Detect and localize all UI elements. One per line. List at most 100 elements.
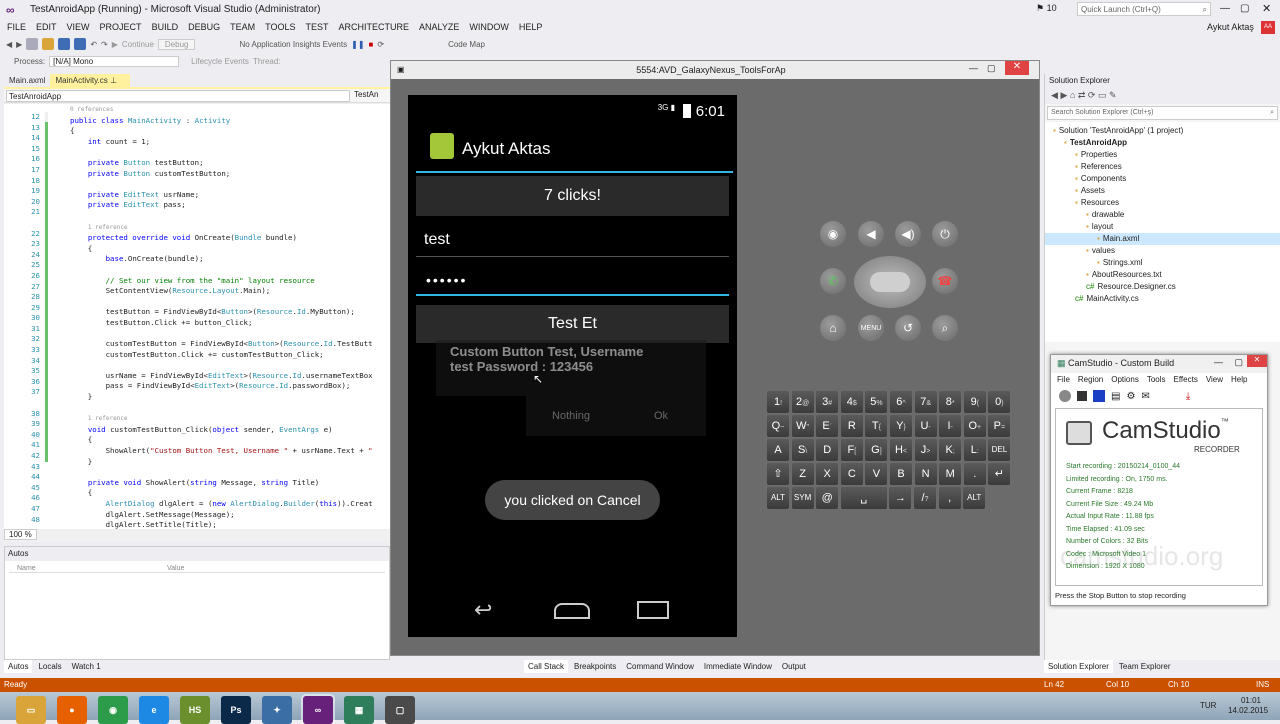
home-button[interactable]: ⌂ bbox=[820, 315, 846, 341]
dialog-button-ok[interactable]: Ok bbox=[616, 410, 706, 422]
phone-screen[interactable]: 6:01 3G ▮ Aykut Aktas 7 clicks! test •••… bbox=[408, 95, 737, 637]
key-a[interactable]: A bbox=[767, 439, 789, 461]
options-icon[interactable]: ⚙ bbox=[1126, 391, 1135, 402]
emulator-minimize-button[interactable]: — bbox=[969, 63, 978, 73]
forward-icon[interactable]: ▶ bbox=[16, 40, 22, 49]
key-special[interactable]: @ bbox=[816, 487, 839, 509]
se-sync-icon[interactable]: ⇄ bbox=[1078, 90, 1086, 100]
language-indicator[interactable]: TUR bbox=[1200, 701, 1216, 710]
menu-item-team[interactable]: TEAM bbox=[225, 20, 260, 34]
key-special[interactable]: ↵ bbox=[988, 463, 1011, 485]
power-button[interactable]: ⏻ bbox=[932, 221, 958, 247]
code-lens-0[interactable]: 0 references bbox=[70, 106, 113, 113]
record-icon[interactable] bbox=[1059, 390, 1071, 402]
menu-item-view[interactable]: VIEW bbox=[62, 20, 95, 34]
save-icon[interactable] bbox=[58, 38, 71, 50]
quick-launch-input[interactable]: Quick Launch (Ctrl+Q) ⌕ bbox=[1077, 2, 1211, 16]
key-f[interactable]: F[ bbox=[840, 439, 863, 461]
key-q[interactable]: Q~ bbox=[767, 415, 789, 437]
key-special[interactable]: ␣ bbox=[840, 487, 887, 509]
notifications-flag-icon[interactable]: ⚑ 10 bbox=[1036, 3, 1057, 14]
undo-icon[interactable]: ↶ bbox=[90, 40, 97, 49]
member-nav-combo[interactable]: TestAn bbox=[354, 90, 378, 99]
tree-item[interactable]: ▪ Assets bbox=[1045, 185, 1280, 197]
autos-col-value[interactable]: Value bbox=[167, 565, 184, 572]
menu-item-help[interactable]: HELP bbox=[514, 20, 548, 34]
key-i[interactable]: I- bbox=[939, 415, 962, 437]
lifecycle-events-label[interactable]: Lifecycle Events bbox=[191, 57, 249, 66]
key-4[interactable]: 4$ bbox=[840, 391, 863, 413]
menu-item-edit[interactable]: EDIT bbox=[31, 20, 62, 34]
key-g[interactable]: G] bbox=[865, 439, 888, 461]
minimize-button[interactable]: — bbox=[1220, 3, 1230, 14]
menu-item-build[interactable]: BUILD bbox=[147, 20, 184, 34]
username-edittext[interactable]: test bbox=[416, 225, 729, 257]
taskbar-time[interactable]: 01:01 bbox=[1236, 696, 1266, 705]
debug-tab-locals[interactable]: Locals bbox=[34, 660, 65, 673]
key-k[interactable]: K; bbox=[939, 439, 962, 461]
tab-mainactivity-cs[interactable]: MainActivity.cs ⊥ ✕ bbox=[50, 74, 131, 94]
key-b[interactable]: B bbox=[890, 463, 912, 485]
key-5[interactable]: 5% bbox=[865, 391, 888, 413]
camera-button[interactable]: ◉ bbox=[820, 221, 846, 247]
pause-rec-icon[interactable] bbox=[1077, 391, 1087, 401]
camstudio-maximize-button[interactable]: ▢ bbox=[1234, 357, 1243, 368]
camstudio-menu-region[interactable]: Region bbox=[1078, 375, 1103, 384]
end-call-button[interactable]: ☎ bbox=[932, 268, 958, 294]
call-button[interactable]: ✆ bbox=[820, 268, 846, 294]
nav-recents-icon[interactable] bbox=[637, 601, 669, 619]
key-c[interactable]: C bbox=[840, 463, 863, 485]
key-special[interactable]: ALT bbox=[767, 487, 789, 509]
code-lens-1[interactable]: 1 reference bbox=[88, 224, 128, 231]
key-l[interactable]: L: bbox=[963, 439, 986, 461]
password-edittext[interactable]: •••••• bbox=[416, 270, 729, 296]
close-button[interactable]: ✕ bbox=[1262, 2, 1271, 15]
debug-tab-autos[interactable]: Autos bbox=[4, 660, 33, 673]
pause-icon[interactable]: ❚❚ bbox=[351, 40, 364, 49]
se-refresh-icon[interactable]: ⟳ bbox=[1088, 90, 1096, 100]
tree-item[interactable]: ▪ layout bbox=[1045, 221, 1280, 233]
key-x[interactable]: X bbox=[816, 463, 839, 485]
region-icon[interactable]: ▤ bbox=[1111, 391, 1120, 402]
volume-down-button[interactable]: ◀ bbox=[858, 221, 884, 247]
key-u[interactable]: U- bbox=[914, 415, 937, 437]
se-properties-icon[interactable]: ✎ bbox=[1109, 90, 1117, 100]
key-special[interactable]: . bbox=[963, 463, 986, 485]
code-map-button[interactable]: Code Map bbox=[448, 40, 485, 49]
continue-play-icon[interactable]: ▶ bbox=[112, 40, 118, 49]
key-z[interactable]: Z bbox=[791, 463, 814, 485]
menu-item-architecture[interactable]: ARCHITECTURE bbox=[333, 20, 414, 34]
debug-tab-immediate-window[interactable]: Immediate Window bbox=[700, 660, 776, 673]
key-2[interactable]: 2@ bbox=[791, 391, 814, 413]
debug-tab-watch-1[interactable]: Watch 1 bbox=[68, 660, 105, 673]
tree-item[interactable]: ▪ Strings.xml bbox=[1045, 257, 1280, 269]
key-special[interactable]: DEL bbox=[988, 439, 1011, 461]
camstudio-close-button[interactable]: ✕ bbox=[1247, 355, 1267, 367]
annotation-icon[interactable]: ✉ bbox=[1141, 391, 1149, 402]
key-o[interactable]: O+ bbox=[963, 415, 986, 437]
menu-item-debug[interactable]: DEBUG bbox=[183, 20, 225, 34]
camstudio-menu-file[interactable]: File bbox=[1057, 375, 1070, 384]
debug-tab-command-window[interactable]: Command Window bbox=[622, 660, 698, 673]
nav-back-icon[interactable]: ↩ bbox=[474, 597, 492, 623]
debug-tab-breakpoints[interactable]: Breakpoints bbox=[570, 660, 620, 673]
camstudio-menu-view[interactable]: View bbox=[1206, 375, 1223, 384]
back-button[interactable]: ↺ bbox=[895, 315, 921, 341]
tree-item[interactable]: ▪ Components bbox=[1045, 173, 1280, 185]
menu-item-test[interactable]: TEST bbox=[300, 20, 333, 34]
dialog-button-empty[interactable] bbox=[436, 396, 526, 436]
menu-item-file[interactable]: FILE bbox=[2, 20, 31, 34]
taskbar-date[interactable]: 14.02.2015 bbox=[1228, 706, 1268, 715]
tree-item[interactable]: ▪ TestAnroidApp bbox=[1045, 137, 1280, 149]
project-nav-combo[interactable]: TestAnroidApp bbox=[6, 90, 350, 102]
key-e[interactable]: E´ bbox=[816, 415, 839, 437]
avatar[interactable]: AA bbox=[1261, 21, 1275, 34]
emulator-maximize-button[interactable]: ▢ bbox=[987, 63, 996, 74]
dialog-button-nothing[interactable]: Nothing bbox=[526, 410, 616, 422]
debug-tab-call-stack[interactable]: Call Stack bbox=[524, 660, 569, 673]
tab-main-axml[interactable]: Main.axml bbox=[4, 74, 50, 87]
camstudio-menu-tools[interactable]: Tools bbox=[1147, 375, 1166, 384]
minimize-tray-icon[interactable]: ⤓ bbox=[1186, 391, 1190, 402]
zoom-combo[interactable]: 100 % bbox=[4, 529, 37, 540]
key-r[interactable]: R bbox=[840, 415, 863, 437]
